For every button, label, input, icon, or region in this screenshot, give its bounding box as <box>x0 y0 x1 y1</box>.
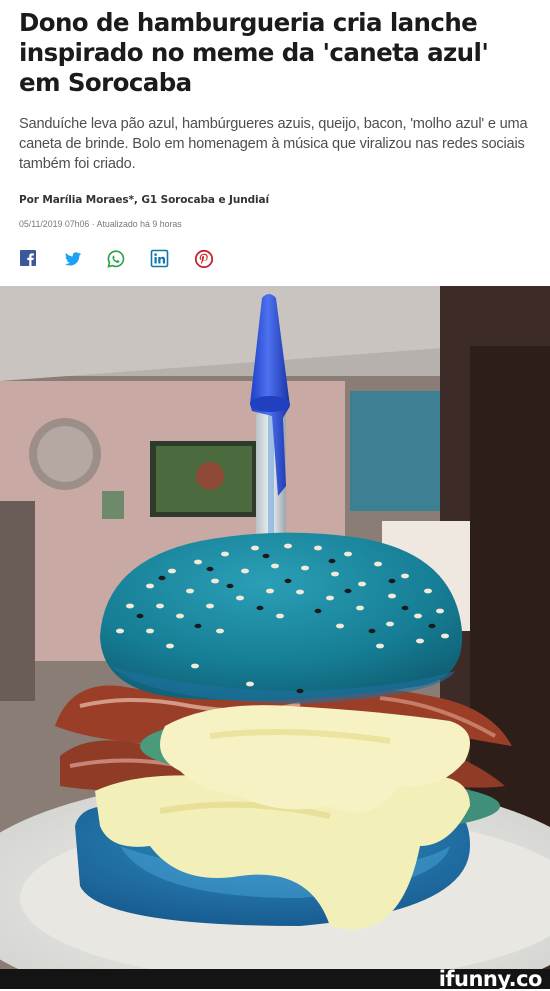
twitter-share-button[interactable] <box>63 249 83 269</box>
article-byline: Por Marília Moraes*, G1 Sorocaba e Jundi… <box>19 194 269 206</box>
burger-illustration <box>0 286 550 969</box>
linkedin-share-button[interactable] <box>150 249 170 269</box>
facebook-share-button[interactable] <box>19 249 39 269</box>
footer-bar: ifunny.co <box>0 967 550 991</box>
article-dates: 05/11/2019 07h06 · Atualizado há 9 horas <box>19 219 182 229</box>
article-subtitle: Sanduíche leva pão azul, hambúrgueres az… <box>19 116 528 172</box>
whatsapp-share-button[interactable] <box>106 249 126 269</box>
ifunny-watermark: ifunny.co <box>438 967 543 991</box>
article-headline[interactable]: Dono de hamburgueria cria lanche inspira… <box>19 8 534 98</box>
blue-burger-photo <box>0 286 550 969</box>
twitter-icon <box>65 252 81 266</box>
facebook-icon <box>20 250 36 266</box>
pinterest-icon <box>194 249 214 269</box>
pinterest-share-button[interactable] <box>194 249 214 269</box>
whatsapp-icon <box>107 250 125 268</box>
article-header: Dono de hamburgueria cria lanche inspira… <box>0 0 550 286</box>
linkedin-icon <box>150 249 169 268</box>
